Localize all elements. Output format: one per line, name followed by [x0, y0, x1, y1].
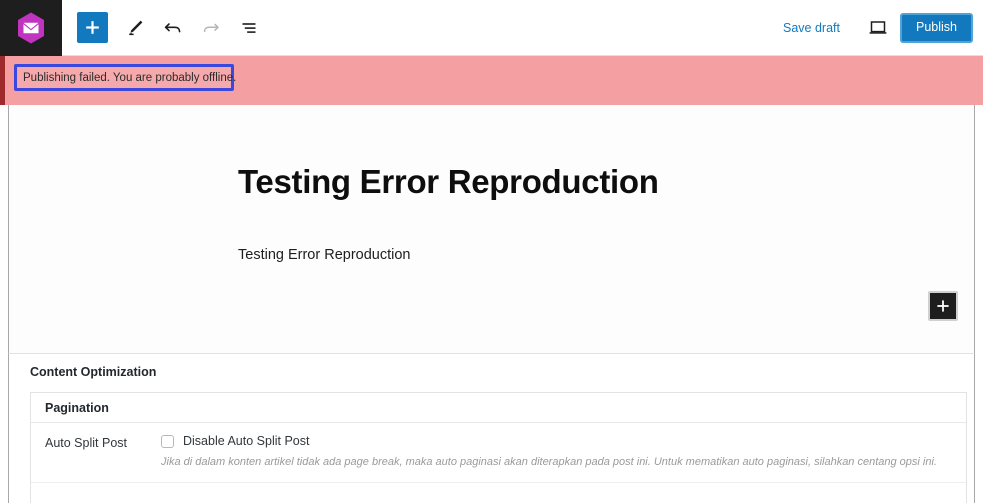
save-draft-button[interactable]: Save draft — [773, 15, 850, 41]
metabox-area: Content Optimization Pagination Auto Spl… — [8, 353, 975, 503]
row-label-auto-split-post: Auto Split Post — [45, 436, 127, 450]
plus-icon — [937, 300, 949, 312]
undo-arrow-icon — [164, 22, 181, 32]
panel-heading-label: Pagination — [45, 400, 109, 415]
disable-auto-split-post-label[interactable]: Disable Auto Split Post — [183, 434, 309, 448]
preview-button[interactable] — [860, 11, 896, 45]
purple-hexagon-envelope-logo-icon — [18, 12, 44, 43]
details-list-icon — [242, 22, 256, 33]
canvas-block-inserter-button[interactable] — [928, 291, 958, 321]
checkbox-line: Disable Auto Split Post — [161, 434, 956, 448]
panel-heading-pagination: Pagination — [31, 393, 966, 423]
header-tool-group — [62, 0, 266, 56]
gutenberg-post-editor: Save draft Publish Publishing failed. Yo… — [0, 0, 983, 503]
list-view-button[interactable] — [232, 11, 266, 45]
notice-highlight-annotation: Publishing failed. You are probably offl… — [14, 64, 237, 91]
editor-header-toolbar: Save draft Publish — [0, 0, 983, 56]
row-help-text: Jika di dalam konten artikel tidak ada p… — [161, 456, 937, 468]
site-logo-block[interactable] — [0, 0, 62, 56]
post-title[interactable]: Testing Error Reproduction — [238, 163, 838, 201]
redo-button[interactable] — [194, 11, 228, 45]
undo-button[interactable] — [156, 11, 190, 45]
tools-pencil-button[interactable] — [118, 11, 152, 45]
metabox-title: Content Optimization — [30, 365, 157, 379]
header-actions: Save draft Publish — [773, 0, 983, 56]
plus-icon — [86, 21, 99, 34]
content-optimization-panel: Pagination Auto Split Post Disable Auto … — [30, 392, 967, 503]
publish-button[interactable]: Publish — [900, 12, 973, 43]
monitor-preview-icon — [869, 20, 887, 34]
editor-canvas: Testing Error Reproduction Testing Error… — [8, 105, 975, 353]
notice-message: Publishing failed. You are probably offl… — [23, 71, 237, 84]
disable-auto-split-post-checkbox[interactable] — [161, 434, 174, 448]
add-block-button[interactable] — [77, 12, 108, 43]
post-paragraph-block[interactable]: Testing Error Reproduction — [238, 245, 838, 267]
pencil-icon — [128, 20, 142, 36]
row-field-auto-split-post: Disable Auto Split Post Jika di dalam ko… — [161, 434, 966, 473]
table-row: Auto Split Post Disable Auto Split Post … — [31, 423, 966, 483]
redo-arrow-icon — [203, 23, 219, 32]
table-row — [31, 483, 966, 503]
